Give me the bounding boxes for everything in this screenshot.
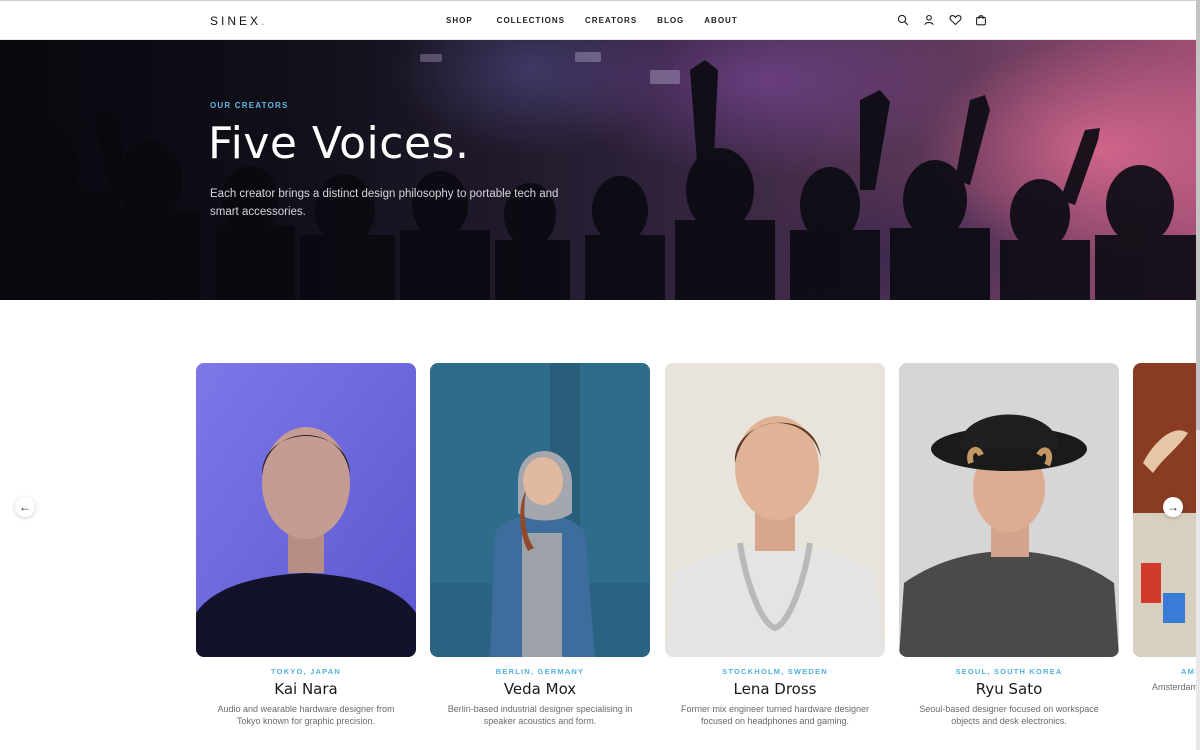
header-icons — [896, 13, 988, 27]
creator-card[interactable]: STOCKHOLM, SWEDEN Lena Dross Former mix … — [665, 363, 885, 727]
creator-description: Berlin-based industrial designer special… — [447, 704, 633, 726]
page-scrollbar[interactable] — [1196, 0, 1200, 750]
main-nav: SHOP COLLECTIONS CREATORS BLOG ABOUT — [446, 16, 738, 25]
user-icon[interactable] — [922, 13, 936, 27]
creator-description: Amsterdam limite — [1152, 682, 1196, 692]
creator-description: Former mix engineer turned hardware desi… — [680, 704, 870, 726]
creator-photo — [430, 363, 650, 657]
creator-card[interactable]: BERLIN, GERMANY Veda Mox Berlin-based in… — [430, 363, 650, 727]
heart-icon[interactable] — [948, 13, 962, 27]
creator-location: BERLIN, GERMANY — [495, 667, 585, 676]
creator-name: Lena Dross — [733, 680, 817, 698]
nav-blog[interactable]: BLOG — [657, 16, 684, 25]
hero-subtitle: Each creator brings a distinct design ph… — [210, 188, 559, 218]
nav-about[interactable]: ABOUT — [704, 16, 737, 25]
creator-description: Seoul-based designer focused on workspac… — [919, 704, 1099, 726]
creator-name: Ryu Sato — [975, 680, 1043, 698]
scrollbar-thumb[interactable] — [1196, 0, 1200, 430]
creator-card[interactable]: SEOUL, SOUTH KOREA Ryu Sato Seoul-based … — [899, 363, 1119, 727]
creator-card[interactable]: TOKYO, JAPAN Kai Nara Audio and wearable… — [196, 363, 416, 727]
creator-location: STOCKHOLM, SWEDEN — [722, 667, 828, 676]
creator-location: SEOUL, SOUTH KOREA — [955, 667, 1063, 676]
creator-photo — [665, 363, 885, 657]
nav-creators[interactable]: CREATORS — [585, 16, 637, 25]
creator-location: TOKYO, JAPAN — [271, 667, 341, 676]
cart-icon[interactable] — [974, 13, 988, 27]
carousel-next-button[interactable]: → — [1163, 497, 1183, 517]
carousel-prev-button[interactable]: ← — [15, 497, 35, 517]
hero-title: Five Voices. — [208, 118, 470, 169]
search-icon[interactable] — [896, 13, 910, 27]
nav-collections[interactable]: COLLECTIONS — [497, 16, 565, 25]
creator-card[interactable]: AMS Amsterdam limite — [1133, 363, 1196, 693]
logo[interactable]: SINEX. — [210, 14, 264, 28]
hero-banner: OUR CREATORS Five Voices. Each creator b… — [0, 40, 1196, 300]
arrow-right-icon: → — [1167, 500, 1179, 514]
site-header: SINEX. SHOP COLLECTIONS CREATORS BLOG AB… — [0, 0, 1200, 40]
creator-photo — [196, 363, 416, 657]
nav-shop[interactable]: SHOP — [446, 16, 473, 25]
hero-eyebrow: OUR CREATORS — [210, 101, 289, 110]
creator-name: Kai Nara — [274, 680, 338, 698]
arrow-left-icon: ← — [19, 500, 31, 514]
hero-overlay — [0, 40, 1196, 300]
creator-location: AMS — [1181, 667, 1196, 676]
creators-carousel: TOKYO, JAPAN Kai Nara Audio and wearable… — [0, 300, 1196, 750]
creator-name: Veda Mox — [503, 680, 577, 698]
creator-photo — [899, 363, 1119, 657]
creator-description: Audio and wearable hardware designer fro… — [217, 704, 395, 726]
